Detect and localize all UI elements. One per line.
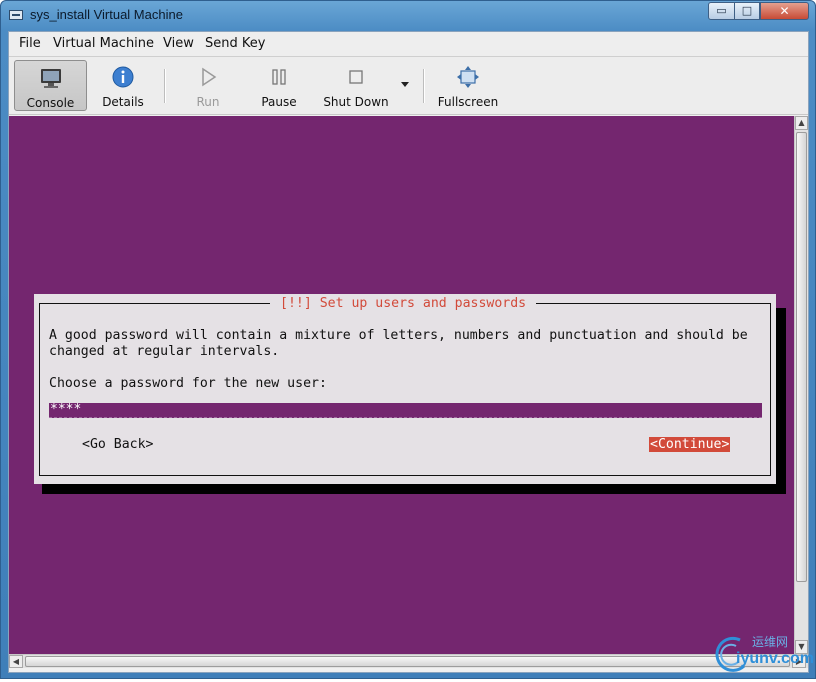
stop-icon (349, 70, 363, 84)
window-title: sys_install Virtual Machine (30, 7, 183, 22)
scroll-up-arrow[interactable]: ▲ (795, 116, 808, 130)
run-button[interactable]: Run (179, 60, 237, 111)
close-button[interactable]: ✕ (760, 2, 809, 20)
minimize-button[interactable]: ▭ (708, 2, 735, 20)
title-bar[interactable]: sys_install Virtual Machine ▭ □ ✕ (1, 1, 815, 31)
password-input[interactable]: **** (49, 402, 762, 418)
vm-app-icon (9, 10, 23, 20)
maximize-button[interactable]: □ (734, 2, 760, 20)
pause-button[interactable]: Pause (249, 60, 309, 111)
console-label: Console (26, 96, 75, 110)
info-icon (112, 66, 134, 88)
fullscreen-icon (457, 66, 479, 88)
watermark-text: iyunv.com (736, 650, 814, 667)
installer-dialog: [!!] Set up users and passwords A good p… (34, 294, 776, 484)
fullscreen-button[interactable]: Fullscreen (431, 60, 505, 111)
dialog-description-line1: A good password will contain a mixture o… (49, 328, 748, 343)
toolbar: Console Details Run Pause Shut Down Full… (9, 57, 808, 115)
dropdown-arrow-icon[interactable] (399, 78, 411, 90)
shutdown-label: Shut Down (323, 95, 389, 109)
horizontal-scroll-thumb[interactable] (25, 656, 790, 667)
password-value: **** (50, 402, 82, 417)
shutdown-button[interactable]: Shut Down (315, 60, 397, 111)
menu-bar: File Virtual Machine View Send Key (9, 32, 808, 57)
scroll-left-arrow[interactable]: ◀ (9, 655, 23, 668)
dialog-title: [!!] Set up users and passwords (270, 296, 537, 311)
vertical-scrollbar[interactable]: ▲ ▼ (794, 116, 808, 654)
pause-icon (272, 69, 286, 85)
vertical-scroll-thumb[interactable] (796, 132, 807, 582)
vm-window: sys_install Virtual Machine ▭ □ ✕ File V… (0, 0, 816, 679)
window-client: File Virtual Machine View Send Key Conso… (8, 31, 809, 673)
menu-send-key[interactable]: Send Key (205, 36, 265, 51)
details-button[interactable]: Details (89, 60, 157, 111)
console-button[interactable]: Console (14, 60, 87, 111)
run-label: Run (196, 95, 220, 109)
monitor-icon (40, 69, 61, 88)
menu-virtual-machine[interactable]: Virtual Machine (53, 36, 154, 51)
dialog-description-line2: changed at regular intervals. (49, 344, 280, 359)
password-prompt: Choose a password for the new user: (49, 376, 327, 391)
horizontal-scrollbar[interactable]: ◀ ▶ (9, 654, 808, 668)
toolbar-separator (164, 69, 166, 103)
play-icon (202, 67, 217, 87)
menu-file[interactable]: File (19, 36, 41, 51)
pause-label: Pause (261, 95, 297, 109)
watermark-cn-text: 运维网 (752, 635, 789, 649)
fullscreen-label: Fullscreen (437, 95, 499, 109)
toolbar-separator (423, 69, 425, 103)
go-back-button[interactable]: <Go Back> (82, 437, 153, 452)
details-label: Details (102, 95, 144, 109)
watermark: 运维网 iyunv.com (710, 632, 814, 678)
continue-button[interactable]: <Continue> (649, 437, 731, 452)
vm-console-display[interactable]: [!!] Set up users and passwords A good p… (9, 116, 794, 654)
menu-view[interactable]: View (163, 36, 194, 51)
